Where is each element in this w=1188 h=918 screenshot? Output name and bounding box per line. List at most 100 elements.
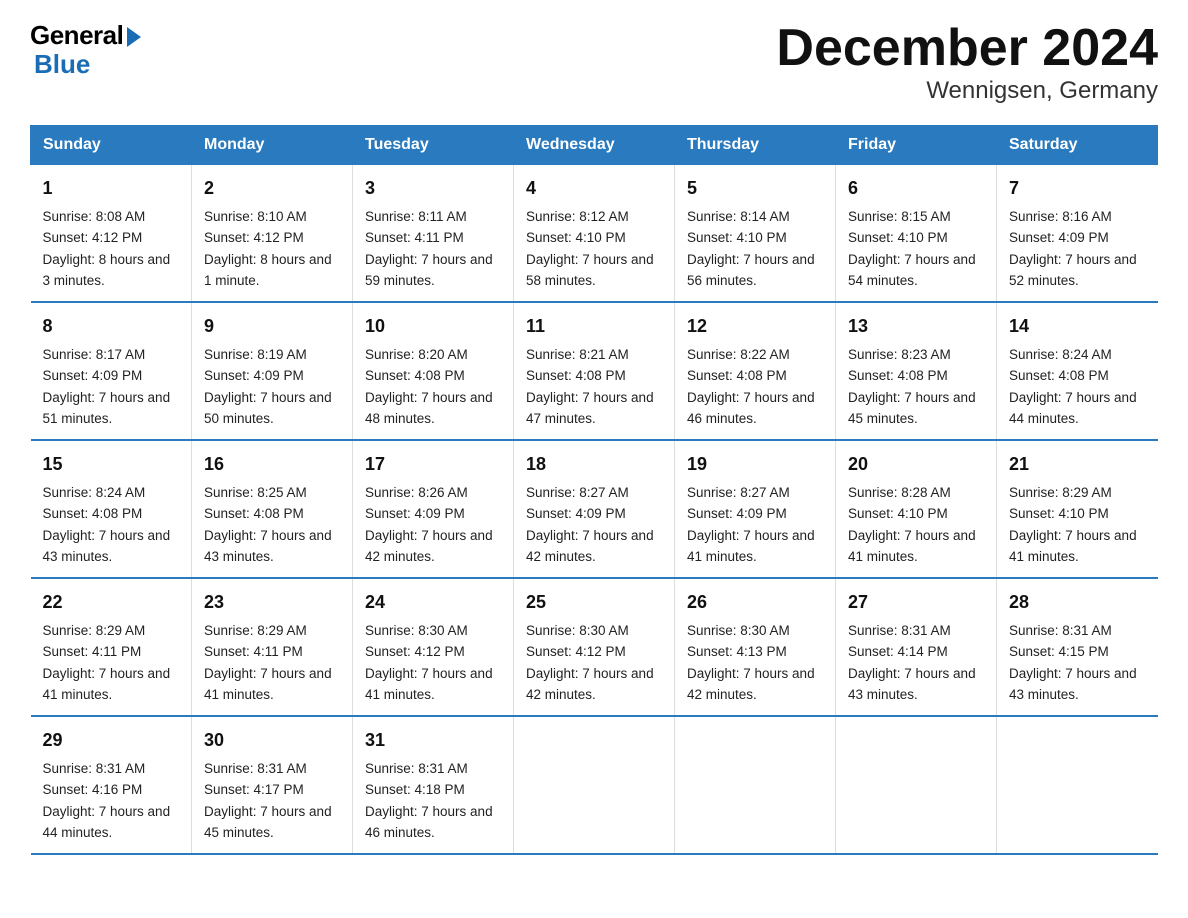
day-number: 10 (365, 313, 501, 340)
header-wednesday: Wednesday (514, 126, 675, 165)
day-info: Sunrise: 8:15 AMSunset: 4:10 PMDaylight:… (848, 209, 976, 288)
calendar-week-row: 22 Sunrise: 8:29 AMSunset: 4:11 PMDaylig… (31, 578, 1158, 716)
logo-blue-text: Blue (30, 49, 90, 80)
day-number: 4 (526, 175, 662, 202)
table-row: 19 Sunrise: 8:27 AMSunset: 4:09 PMDaylig… (675, 440, 836, 578)
day-info: Sunrise: 8:29 AMSunset: 4:11 PMDaylight:… (204, 623, 332, 702)
day-info: Sunrise: 8:14 AMSunset: 4:10 PMDaylight:… (687, 209, 815, 288)
table-row: 21 Sunrise: 8:29 AMSunset: 4:10 PMDaylig… (997, 440, 1158, 578)
day-number: 30 (204, 727, 340, 754)
table-row: 25 Sunrise: 8:30 AMSunset: 4:12 PMDaylig… (514, 578, 675, 716)
header-monday: Monday (192, 126, 353, 165)
day-info: Sunrise: 8:17 AMSunset: 4:09 PMDaylight:… (43, 347, 171, 426)
day-number: 6 (848, 175, 984, 202)
day-number: 11 (526, 313, 662, 340)
table-row: 20 Sunrise: 8:28 AMSunset: 4:10 PMDaylig… (836, 440, 997, 578)
header-friday: Friday (836, 126, 997, 165)
day-number: 8 (43, 313, 180, 340)
day-number: 26 (687, 589, 823, 616)
day-info: Sunrise: 8:30 AMSunset: 4:13 PMDaylight:… (687, 623, 815, 702)
day-number: 9 (204, 313, 340, 340)
table-row: 14 Sunrise: 8:24 AMSunset: 4:08 PMDaylig… (997, 302, 1158, 440)
table-row: 30 Sunrise: 8:31 AMSunset: 4:17 PMDaylig… (192, 716, 353, 854)
day-number: 29 (43, 727, 180, 754)
day-info: Sunrise: 8:12 AMSunset: 4:10 PMDaylight:… (526, 209, 654, 288)
day-number: 13 (848, 313, 984, 340)
table-row: 13 Sunrise: 8:23 AMSunset: 4:08 PMDaylig… (836, 302, 997, 440)
day-number: 5 (687, 175, 823, 202)
table-row: 22 Sunrise: 8:29 AMSunset: 4:11 PMDaylig… (31, 578, 192, 716)
day-info: Sunrise: 8:27 AMSunset: 4:09 PMDaylight:… (526, 485, 654, 564)
calendar-week-row: 29 Sunrise: 8:31 AMSunset: 4:16 PMDaylig… (31, 716, 1158, 854)
day-info: Sunrise: 8:10 AMSunset: 4:12 PMDaylight:… (204, 209, 332, 288)
table-row: 11 Sunrise: 8:21 AMSunset: 4:08 PMDaylig… (514, 302, 675, 440)
table-row: 6 Sunrise: 8:15 AMSunset: 4:10 PMDayligh… (836, 165, 997, 303)
day-number: 1 (43, 175, 180, 202)
day-info: Sunrise: 8:29 AMSunset: 4:10 PMDaylight:… (1009, 485, 1137, 564)
table-row: 16 Sunrise: 8:25 AMSunset: 4:08 PMDaylig… (192, 440, 353, 578)
logo: General Blue (30, 20, 141, 80)
table-row: 7 Sunrise: 8:16 AMSunset: 4:09 PMDayligh… (997, 165, 1158, 303)
day-number: 21 (1009, 451, 1146, 478)
day-info: Sunrise: 8:25 AMSunset: 4:08 PMDaylight:… (204, 485, 332, 564)
logo-arrow-icon (127, 27, 141, 47)
table-row (997, 716, 1158, 854)
day-info: Sunrise: 8:11 AMSunset: 4:11 PMDaylight:… (365, 209, 493, 288)
table-row: 24 Sunrise: 8:30 AMSunset: 4:12 PMDaylig… (353, 578, 514, 716)
page-header: General Blue December 2024 Wennigsen, Ge… (30, 20, 1158, 105)
table-row: 8 Sunrise: 8:17 AMSunset: 4:09 PMDayligh… (31, 302, 192, 440)
day-number: 12 (687, 313, 823, 340)
table-row: 2 Sunrise: 8:10 AMSunset: 4:12 PMDayligh… (192, 165, 353, 303)
day-info: Sunrise: 8:24 AMSunset: 4:08 PMDaylight:… (43, 485, 171, 564)
day-number: 25 (526, 589, 662, 616)
day-info: Sunrise: 8:20 AMSunset: 4:08 PMDaylight:… (365, 347, 493, 426)
day-info: Sunrise: 8:24 AMSunset: 4:08 PMDaylight:… (1009, 347, 1137, 426)
calendar-header-row: Sunday Monday Tuesday Wednesday Thursday… (31, 126, 1158, 165)
header-tuesday: Tuesday (353, 126, 514, 165)
table-row (514, 716, 675, 854)
day-info: Sunrise: 8:27 AMSunset: 4:09 PMDaylight:… (687, 485, 815, 564)
day-number: 3 (365, 175, 501, 202)
table-row: 29 Sunrise: 8:31 AMSunset: 4:16 PMDaylig… (31, 716, 192, 854)
day-info: Sunrise: 8:26 AMSunset: 4:09 PMDaylight:… (365, 485, 493, 564)
header-sunday: Sunday (31, 126, 192, 165)
table-row: 26 Sunrise: 8:30 AMSunset: 4:13 PMDaylig… (675, 578, 836, 716)
logo-general-text: General (30, 20, 123, 51)
calendar-week-row: 15 Sunrise: 8:24 AMSunset: 4:08 PMDaylig… (31, 440, 1158, 578)
day-info: Sunrise: 8:30 AMSunset: 4:12 PMDaylight:… (365, 623, 493, 702)
day-info: Sunrise: 8:31 AMSunset: 4:15 PMDaylight:… (1009, 623, 1137, 702)
table-row: 23 Sunrise: 8:29 AMSunset: 4:11 PMDaylig… (192, 578, 353, 716)
header-thursday: Thursday (675, 126, 836, 165)
day-info: Sunrise: 8:31 AMSunset: 4:16 PMDaylight:… (43, 761, 171, 840)
day-number: 28 (1009, 589, 1146, 616)
table-row: 28 Sunrise: 8:31 AMSunset: 4:15 PMDaylig… (997, 578, 1158, 716)
header-saturday: Saturday (997, 126, 1158, 165)
day-number: 19 (687, 451, 823, 478)
day-number: 24 (365, 589, 501, 616)
day-number: 2 (204, 175, 340, 202)
day-info: Sunrise: 8:21 AMSunset: 4:08 PMDaylight:… (526, 347, 654, 426)
calendar-title: December 2024 (776, 20, 1158, 77)
table-row (675, 716, 836, 854)
table-row: 10 Sunrise: 8:20 AMSunset: 4:08 PMDaylig… (353, 302, 514, 440)
day-info: Sunrise: 8:16 AMSunset: 4:09 PMDaylight:… (1009, 209, 1137, 288)
day-number: 31 (365, 727, 501, 754)
table-row: 3 Sunrise: 8:11 AMSunset: 4:11 PMDayligh… (353, 165, 514, 303)
day-number: 15 (43, 451, 180, 478)
day-number: 14 (1009, 313, 1146, 340)
day-info: Sunrise: 8:28 AMSunset: 4:10 PMDaylight:… (848, 485, 976, 564)
day-number: 16 (204, 451, 340, 478)
day-info: Sunrise: 8:31 AMSunset: 4:18 PMDaylight:… (365, 761, 493, 840)
day-number: 7 (1009, 175, 1146, 202)
day-info: Sunrise: 8:23 AMSunset: 4:08 PMDaylight:… (848, 347, 976, 426)
day-number: 17 (365, 451, 501, 478)
title-block: December 2024 Wennigsen, Germany (776, 20, 1158, 105)
table-row: 18 Sunrise: 8:27 AMSunset: 4:09 PMDaylig… (514, 440, 675, 578)
day-info: Sunrise: 8:22 AMSunset: 4:08 PMDaylight:… (687, 347, 815, 426)
day-number: 22 (43, 589, 180, 616)
table-row: 31 Sunrise: 8:31 AMSunset: 4:18 PMDaylig… (353, 716, 514, 854)
day-info: Sunrise: 8:31 AMSunset: 4:17 PMDaylight:… (204, 761, 332, 840)
day-info: Sunrise: 8:31 AMSunset: 4:14 PMDaylight:… (848, 623, 976, 702)
day-info: Sunrise: 8:30 AMSunset: 4:12 PMDaylight:… (526, 623, 654, 702)
day-info: Sunrise: 8:08 AMSunset: 4:12 PMDaylight:… (43, 209, 171, 288)
